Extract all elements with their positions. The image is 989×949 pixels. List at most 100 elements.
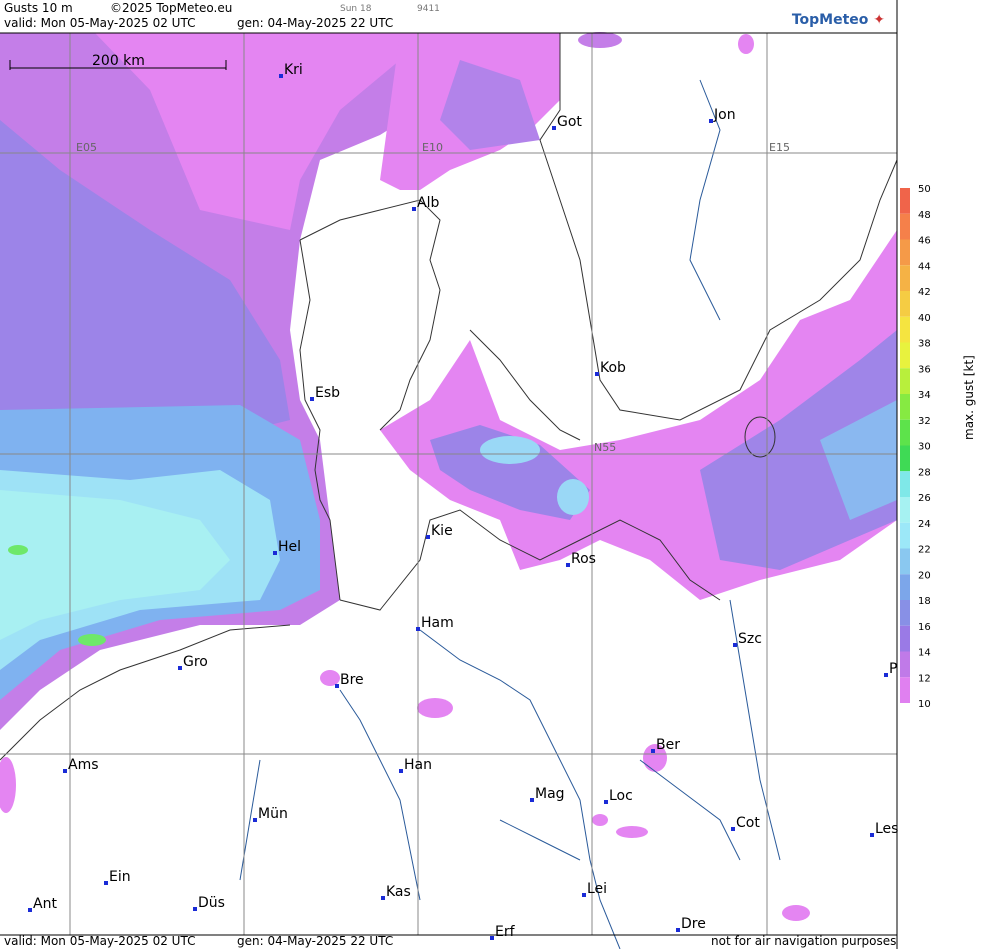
legend-swatch-20 [900, 574, 910, 600]
city-label-alb: Alb [417, 195, 439, 211]
legend-tick-46: 46 [918, 236, 931, 247]
city-marker-mag [530, 798, 534, 802]
city-label-szc: Szc [738, 631, 762, 647]
field-belt-blue [480, 436, 540, 464]
legend-swatch-12 [900, 677, 910, 703]
legend-swatch-44 [900, 265, 910, 291]
legend-swatch-48 [900, 213, 910, 240]
legend-tick-40: 40 [918, 313, 931, 324]
city-label-erf: Erf [495, 924, 516, 940]
city-label-loc: Loc [609, 788, 633, 804]
city-marker-kob [595, 372, 599, 376]
city-marker-esb [310, 397, 314, 401]
city-marker-cot [731, 827, 735, 831]
city-label-ein: Ein [109, 869, 131, 885]
city-marker-alb [412, 207, 416, 211]
legend-swatch-34 [900, 394, 910, 420]
legend-tick-14: 14 [918, 648, 931, 659]
city-label-gro: Gro [183, 654, 208, 670]
legend-tick-12: 12 [918, 673, 931, 684]
city-label-ant: Ant [33, 896, 57, 912]
legend-tick-22: 22 [918, 545, 931, 556]
city-marker-erf [490, 936, 494, 940]
city-marker-kie [426, 535, 430, 539]
city-label-ros: Ros [571, 551, 596, 567]
city-label-ham: Ham [421, 615, 454, 631]
field-blob-9 [578, 32, 622, 48]
map-title: Gusts 10 m [4, 1, 73, 15]
field-blob-3 [616, 826, 648, 838]
city-label-esb: Esb [315, 385, 340, 401]
city-marker-ein [104, 881, 108, 885]
city-marker-han [399, 769, 403, 773]
field-blob-6 [738, 34, 754, 54]
legend-tick-16: 16 [918, 622, 931, 633]
city-marker-got [552, 126, 556, 130]
city-marker-ros [566, 563, 570, 567]
frame-id: 9411 [417, 4, 440, 14]
legend-tick-36: 36 [918, 364, 931, 375]
city-marker-loc [604, 800, 608, 804]
city-label-jon: Jon [713, 107, 736, 123]
city-marker-kri [279, 74, 283, 78]
city-label-ams: Ams [68, 757, 99, 773]
city-label-hel: Hel [278, 539, 301, 555]
city-marker-ant [28, 908, 32, 912]
gust-map: E05 E10 E15 N55 200 km Kri Got Jon Alb Kob Es… [0, 0, 931, 949]
city-label-bre: Bre [340, 672, 364, 688]
city-label-mün: Mün [258, 806, 288, 822]
legend-swatch-38 [900, 342, 910, 369]
field-belt-blue-2 [557, 479, 589, 515]
city-label-lei: Lei [587, 881, 607, 897]
field-blob-5 [782, 905, 810, 921]
field-green-spot-1 [8, 545, 28, 555]
city-marker-hel [273, 551, 277, 555]
legend-tick-20: 20 [918, 570, 931, 581]
city-label-kri: Kri [284, 62, 303, 78]
grid-label-e05: E05 [76, 141, 97, 154]
city-marker-ams [63, 769, 67, 773]
city-label-cot: Cot [736, 815, 760, 831]
legend-tick-24: 24 [918, 519, 931, 530]
sun-info: Sun 18 [340, 4, 372, 14]
grid-label-e15: E15 [769, 141, 790, 154]
field-blob-7 [320, 670, 340, 686]
field-blob-1 [417, 698, 453, 718]
legend-tick-34: 34 [918, 390, 931, 401]
scale-bar-label: 200 km [92, 53, 145, 69]
field-green-spot-2 [78, 634, 106, 646]
legend-tick-48: 48 [918, 210, 931, 221]
city-marker-bre [335, 684, 339, 688]
map-viewer: E05 E10 E15 N55 200 km Kri Got Jon Alb Kob Es… [0, 0, 989, 949]
city-label-dre: Dre [681, 916, 706, 932]
city-label-les: Les [875, 821, 898, 837]
city-label-han: Han [404, 757, 432, 773]
legend-tick-44: 44 [918, 261, 931, 272]
generated-time: gen: 04-May-2025 22 UTC [237, 16, 394, 30]
field-blob-4 [592, 814, 608, 826]
city-label-mag: Mag [535, 786, 565, 802]
legend-tick-38: 38 [918, 339, 931, 350]
legend-swatch-36 [900, 368, 910, 394]
city-marker-ber [651, 749, 655, 753]
legend-title: max. gust [kt] [962, 355, 976, 440]
topmeteo-logo: TopMeteo ✦ [792, 12, 885, 28]
legend-swatch-14 [900, 651, 910, 678]
legend-swatch-46 [900, 239, 910, 266]
compass-icon: ✦ [873, 12, 885, 28]
grid-label-n55: N55 [594, 441, 616, 454]
city-label-düs: Düs [198, 895, 225, 911]
footer-generated-time: gen: 04-May-2025 22 UTC [237, 934, 394, 948]
legend-swatch-42 [900, 291, 910, 317]
city-label-kob: Kob [600, 360, 626, 376]
city-marker-jon [709, 119, 713, 123]
logo-text: TopMeteo [791, 12, 869, 28]
legend-swatch-24 [900, 522, 910, 549]
legend-tick-32: 32 [918, 416, 931, 427]
legend-swatch-16 [900, 625, 910, 652]
city-marker-p [884, 673, 888, 677]
legend-tick-42: 42 [918, 287, 931, 298]
valid-time: valid: Mon 05-May-2025 02 UTC [4, 16, 196, 30]
city-marker-szc [733, 643, 737, 647]
copyright: ©2025 TopMeteo.eu [110, 1, 233, 15]
